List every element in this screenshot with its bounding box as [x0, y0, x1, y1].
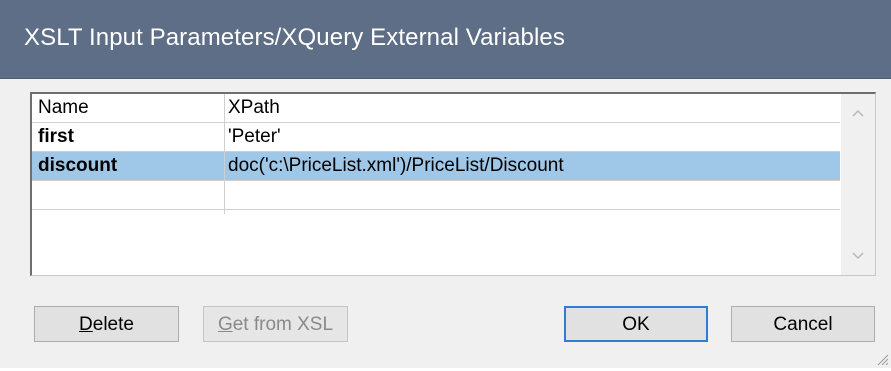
- vertical-scrollbar[interactable]: [841, 94, 875, 275]
- grid-header-row: Name XPath: [32, 94, 840, 123]
- parameters-grid[interactable]: Name XPath first 'Peter' discount doc('c…: [30, 92, 876, 276]
- get-from-xsl-label: et from XSL: [232, 314, 334, 335]
- delete-mnemonic: D: [79, 314, 93, 335]
- column-header-name: Name: [38, 97, 89, 118]
- param-name-cell[interactable]: first: [38, 123, 222, 151]
- scroll-down-icon[interactable]: [841, 241, 875, 271]
- get-from-xsl-mnemonic: G: [217, 314, 233, 335]
- ok-button[interactable]: OK: [564, 306, 708, 342]
- table-row-selected[interactable]: discount doc('c:\PriceList.xml')/PriceLi…: [32, 152, 840, 181]
- scroll-up-icon[interactable]: [841, 98, 875, 128]
- column-divider: [224, 94, 225, 214]
- param-name-cell[interactable]: [38, 181, 222, 209]
- param-xpath-cell[interactable]: 'Peter': [228, 123, 834, 151]
- table-row-empty[interactable]: [32, 181, 840, 210]
- dialog-title: XSLT Input Parameters/XQuery External Va…: [24, 24, 565, 51]
- delete-label: elete: [92, 314, 134, 335]
- xslt-parameters-dialog: XSLT Input Parameters/XQuery External Va…: [0, 0, 891, 368]
- table-row[interactable]: first 'Peter': [32, 123, 840, 152]
- cancel-button[interactable]: Cancel: [731, 306, 875, 342]
- param-name-cell[interactable]: discount: [38, 152, 222, 180]
- get-from-xsl-button[interactable]: Get from XSL: [203, 306, 348, 342]
- param-xpath-cell[interactable]: [228, 181, 834, 209]
- column-header-xpath: XPath: [228, 97, 280, 118]
- delete-button[interactable]: Delete: [34, 306, 179, 342]
- param-xpath-cell[interactable]: doc('c:\PriceList.xml')/PriceList/Discou…: [228, 152, 834, 180]
- title-bar[interactable]: XSLT Input Parameters/XQuery External Va…: [0, 0, 891, 79]
- resize-grip-icon[interactable]: [875, 352, 889, 366]
